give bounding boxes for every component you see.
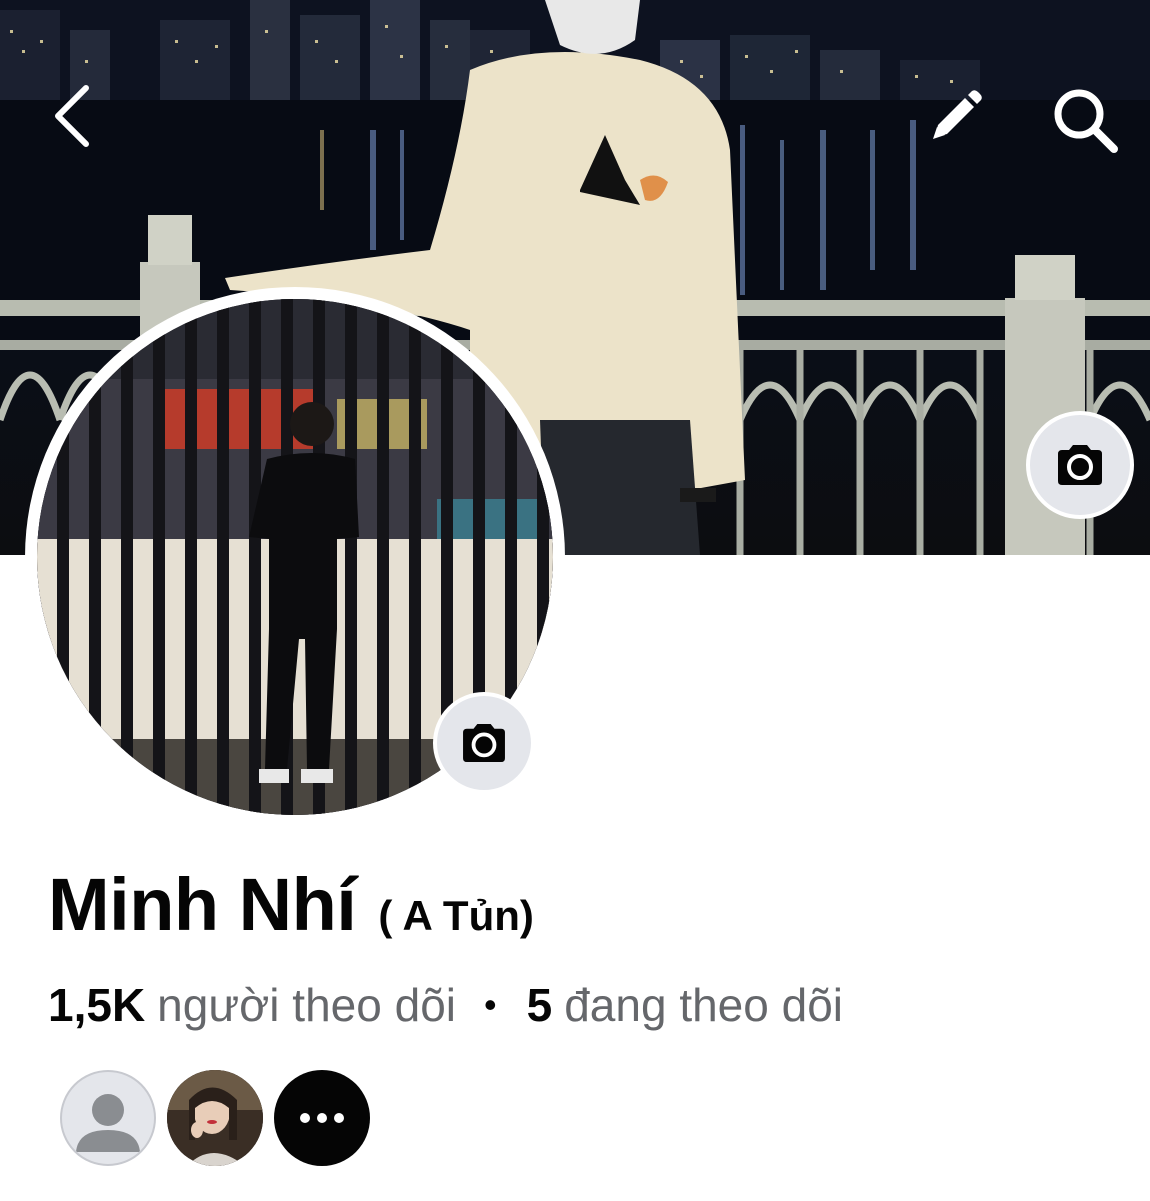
camera-icon <box>1058 445 1102 485</box>
stats-separator: • <box>484 984 497 1025</box>
profile-name: Minh Nhí <box>48 863 357 946</box>
following-label: đang theo dõi <box>564 979 844 1031</box>
more-horizontal-icon <box>300 1113 344 1123</box>
following-count: 5 <box>526 979 553 1031</box>
profile-name-row: Minh Nhí ( A Tủn) <box>48 862 534 947</box>
follow-stats: 1,5K người theo dõi • 5 đang theo dõi <box>48 978 843 1032</box>
person-silhouette-icon <box>76 1094 140 1152</box>
camera-icon <box>463 723 505 763</box>
friend-avatar[interactable] <box>167 1070 263 1166</box>
pencil-icon <box>933 90 982 139</box>
followers-label: người theo dõi <box>157 979 456 1031</box>
followers-link[interactable]: 1,5K người theo dõi <box>48 978 456 1032</box>
more-friends-button[interactable] <box>274 1070 370 1166</box>
followers-count: 1,5K <box>48 979 146 1031</box>
friend-photo-image <box>167 1070 263 1166</box>
profile-nickname: ( A Tủn) <box>378 892 534 939</box>
chevron-left-icon <box>55 85 89 147</box>
back-button[interactable] <box>40 80 104 152</box>
cover-camera-button[interactable] <box>1026 411 1134 519</box>
search-icon <box>1054 89 1118 153</box>
edit-cover-button[interactable] <box>920 82 990 152</box>
friend-avatar[interactable] <box>60 1070 156 1166</box>
friends-preview <box>60 1070 381 1166</box>
following-link[interactable]: 5 đang theo dõi <box>527 978 843 1032</box>
search-button[interactable] <box>1045 80 1125 160</box>
profile-picture-camera-button[interactable] <box>433 692 535 794</box>
